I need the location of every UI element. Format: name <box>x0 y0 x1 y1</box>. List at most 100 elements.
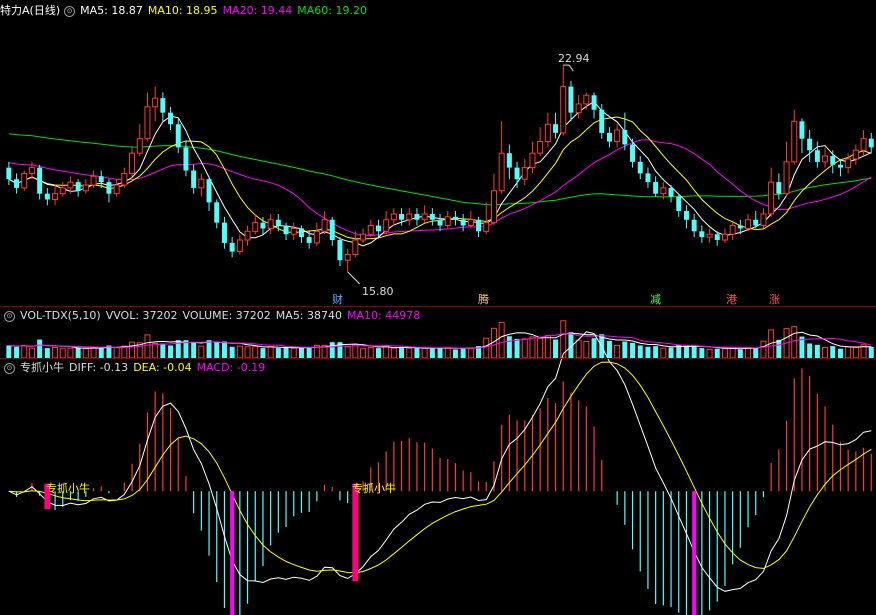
signal-tag-1: 专抓小牛 <box>46 482 90 495</box>
candle-body <box>191 170 197 188</box>
macd-settings-icon[interactable]: ⊙ <box>4 362 15 374</box>
candle-body <box>44 193 50 200</box>
candle-body <box>476 219 482 232</box>
candle-body <box>676 196 682 212</box>
candle-body <box>791 120 798 163</box>
volume-bar <box>645 346 651 358</box>
volume-bar <box>622 341 628 358</box>
volume-bar <box>6 345 12 358</box>
candle-body <box>437 219 443 226</box>
candle-body <box>537 141 544 154</box>
candle-body <box>714 234 720 240</box>
candle-body <box>390 213 397 221</box>
candle-body <box>98 176 104 183</box>
candle-body <box>606 132 612 142</box>
candle-body <box>645 173 651 183</box>
stock-title[interactable]: 特力A <box>0 4 30 17</box>
candle-body <box>630 144 636 162</box>
volume-bar <box>252 346 259 359</box>
ma10-value: MA10: 18.95 <box>147 4 218 17</box>
volume-bar <box>760 340 767 359</box>
candle-body <box>521 167 528 180</box>
candle-body <box>721 233 728 241</box>
candle-body <box>152 97 159 108</box>
candle-body <box>444 216 451 227</box>
volume-bar <box>683 346 689 358</box>
period-label[interactable]: (日线) <box>30 4 61 17</box>
macd-title[interactable]: 专抓小牛 <box>20 361 64 374</box>
candle-body <box>221 222 227 243</box>
volume-bar <box>544 335 551 359</box>
settings-circle-icon[interactable]: ⊙ <box>64 5 76 17</box>
volume-bar <box>144 334 151 359</box>
volume-bar <box>521 338 528 359</box>
event-marker-gang[interactable]: 港 <box>726 291 737 307</box>
candle-body <box>214 202 220 223</box>
candle-body <box>490 190 497 224</box>
volume-bar <box>429 348 435 358</box>
candle-body <box>760 213 767 227</box>
candle-body <box>799 121 805 139</box>
candle-body <box>776 182 782 194</box>
volume-bar <box>637 345 643 358</box>
candle-body <box>59 187 66 195</box>
candle-body <box>367 225 374 235</box>
candle-body <box>706 233 713 238</box>
volume-bar <box>129 341 136 359</box>
event-marker-teng[interactable]: 腾 <box>478 291 489 307</box>
candle-body <box>121 172 128 186</box>
volume-bar <box>214 342 220 358</box>
candle-body <box>429 213 435 220</box>
volume-bar <box>14 346 20 358</box>
candle-body <box>868 138 874 148</box>
candle-body <box>421 213 428 221</box>
candle-body <box>599 109 605 133</box>
candle-body <box>229 242 235 252</box>
vol-settings-icon[interactable]: ⊙ <box>4 310 15 322</box>
candle-body <box>21 172 28 189</box>
volume-bar <box>514 338 520 358</box>
candle-body <box>452 216 458 220</box>
candle-body <box>82 184 89 192</box>
signal-tag-2: 专抓小牛 <box>352 482 396 495</box>
candle-body <box>375 225 381 232</box>
volume-bar <box>814 344 820 358</box>
candle-body <box>106 182 112 194</box>
vol-title[interactable]: VOL-TDX(5,10) <box>20 309 101 322</box>
candle-body <box>267 219 274 229</box>
volume-bar <box>191 342 197 358</box>
candle-body <box>275 219 281 226</box>
volume-bar <box>160 343 166 358</box>
candle-body <box>514 167 520 180</box>
candle-body <box>860 138 867 151</box>
candle-body <box>814 150 820 162</box>
volume-bar <box>275 348 281 358</box>
candle-body <box>67 181 74 189</box>
signal-bar <box>352 483 359 582</box>
candle-body <box>544 123 551 143</box>
event-marker-jian[interactable]: 减 <box>650 291 661 307</box>
candle-body <box>622 130 628 145</box>
volume-bar <box>506 336 512 358</box>
volume-bar <box>28 347 35 359</box>
volume-bar <box>152 342 159 359</box>
event-marker-cai[interactable]: 财 <box>332 291 343 307</box>
candle-body <box>344 253 351 261</box>
vol-ma10-value: MA10: 44978 <box>347 309 421 322</box>
volume-bar <box>444 346 451 359</box>
candle-body <box>637 161 643 174</box>
low-price-label: 15.80 <box>362 285 394 298</box>
volume-bar <box>360 348 367 359</box>
candle-body <box>837 164 843 168</box>
candle-body <box>668 187 674 197</box>
candle-body <box>768 181 775 215</box>
candle-body <box>483 222 490 232</box>
candle-body <box>183 147 189 171</box>
volume-bar <box>591 338 597 358</box>
volume-bar <box>776 339 782 358</box>
event-marker-zhang[interactable]: 涨 <box>769 291 780 307</box>
candle-body <box>460 219 466 226</box>
candle-body <box>298 228 304 238</box>
volume-bar <box>483 337 490 359</box>
candle-body <box>852 149 859 160</box>
